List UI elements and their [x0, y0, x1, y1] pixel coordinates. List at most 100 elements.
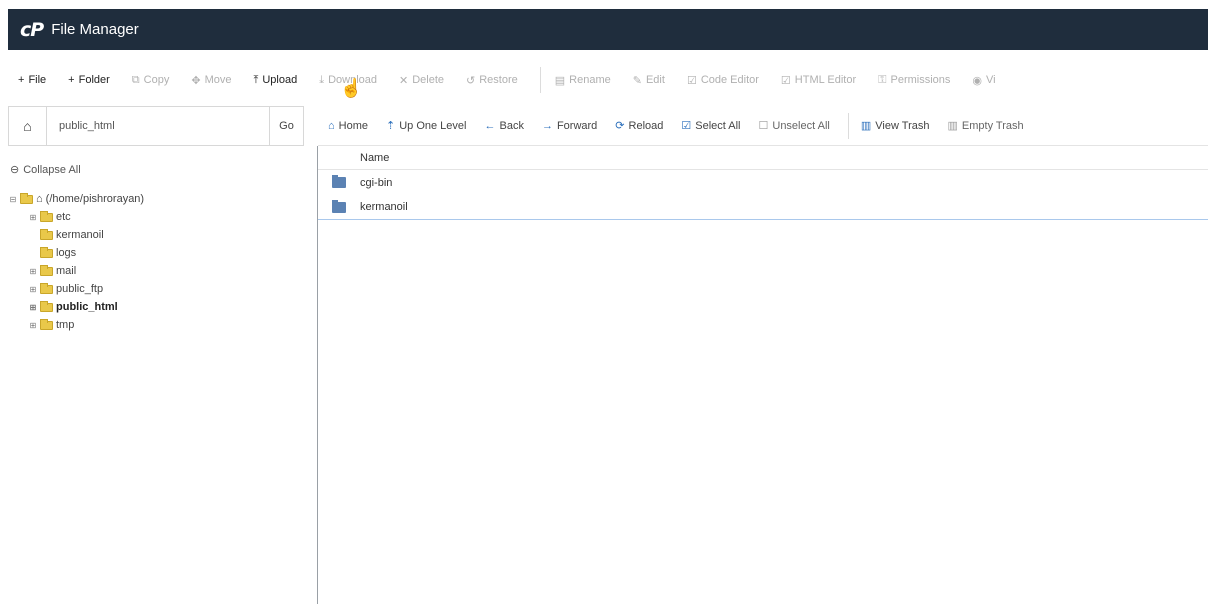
folder-icon	[332, 199, 346, 213]
new-folder-label: Folder	[78, 74, 110, 86]
folder-icon	[40, 228, 53, 240]
top-bar: cP File Manager	[0, 0, 1208, 50]
tree-item-etc[interactable]: ⊞ etc	[28, 208, 308, 226]
column-header-label: Name	[360, 151, 390, 164]
select-all-button[interactable]: ☑ Select All	[681, 119, 740, 133]
html-editor-icon: ☑	[780, 74, 791, 87]
move-label: Move	[204, 74, 232, 86]
key-icon: ⚿	[878, 73, 887, 86]
back-button[interactable]: ← Back	[484, 120, 523, 132]
restore-icon: ↺	[466, 74, 476, 87]
permissions-button[interactable]: ⚿ Permissions	[878, 74, 950, 87]
upload-label: Upload	[262, 74, 298, 86]
go-button[interactable]: Go	[269, 107, 303, 145]
collapse-toggle-icon[interactable]: ⊟	[8, 195, 18, 204]
home-button[interactable]: ⌂ Home	[328, 120, 368, 132]
html-editor-label: HTML Editor	[794, 74, 857, 86]
tree-item-tmp[interactable]: ⊞ tmp	[28, 316, 308, 334]
folder-icon	[40, 246, 53, 258]
copy-button[interactable]: ⧉ Copy	[132, 74, 170, 87]
copy-label: Copy	[143, 74, 170, 86]
arrow-right-icon: →	[541, 119, 553, 132]
path-bar: ⌂ Go	[8, 106, 304, 146]
file-list: Name cgi-bin kermanoil	[318, 146, 1208, 604]
table-row[interactable]: cgi-bin	[318, 170, 1208, 195]
new-folder-button[interactable]: + Folder	[68, 74, 110, 86]
upload-button[interactable]: ⤒ Upload	[253, 74, 297, 87]
code-editor-label: Code Editor	[700, 74, 759, 86]
code-editor-button[interactable]: ☑ Code Editor	[687, 74, 759, 87]
view-trash-button[interactable]: ▥ View Trash	[860, 119, 930, 133]
folder-icon	[40, 300, 53, 312]
tree-children: ⊞ etc kermanoil logs ⊞ mail ⊞ public_ftp…	[8, 208, 308, 334]
navigation-bar: ⌂ Home ⇡ Up One Level ← Back → Forward ⟳ Relo…	[318, 106, 1208, 146]
tree-item-label: etc	[56, 211, 71, 223]
column-header-name[interactable]: Name	[318, 146, 1208, 170]
nav-divider	[847, 112, 849, 139]
expand-toggle-icon[interactable]: ⊞	[28, 213, 38, 222]
tree-item-logs[interactable]: logs	[28, 244, 308, 262]
delete-icon: ✕	[399, 74, 409, 87]
permissions-label: Permissions	[890, 74, 951, 86]
tree-item-mail[interactable]: ⊞ mail	[28, 262, 308, 280]
html-editor-button[interactable]: ☑ HTML Editor	[781, 74, 856, 87]
home-icon: ⌂	[328, 119, 335, 132]
trash-icon: ▥	[947, 120, 958, 132]
path-input[interactable]	[47, 107, 269, 145]
restore-label: Restore	[479, 74, 518, 86]
folder-icon	[40, 264, 53, 276]
empty-trash-button[interactable]: ▥ Empty Trash	[947, 119, 1023, 133]
pencil-icon: ✎	[632, 74, 642, 87]
edit-label: Edit	[645, 74, 665, 86]
reload-label: Reload	[628, 119, 664, 132]
view-button[interactable]: ◉ Vi	[972, 74, 995, 87]
restore-button[interactable]: ↺ Restore	[466, 74, 518, 87]
tree-root-label: (/home/pishrorayan)	[45, 193, 145, 205]
table-row[interactable]: kermanoil	[318, 195, 1208, 220]
new-file-button[interactable]: + File	[18, 74, 46, 86]
collapse-all-button[interactable]: ⊖ Collapse All	[10, 163, 308, 177]
arrow-left-icon: ←	[484, 119, 496, 132]
expand-toggle-icon[interactable]: ⊞	[28, 303, 38, 312]
rename-label: Rename	[569, 74, 611, 86]
new-file-label: File	[28, 74, 47, 86]
expand-toggle-icon[interactable]: ⊞	[28, 267, 38, 276]
folder-icon	[40, 210, 53, 222]
checkbox-empty-icon: ☐	[758, 120, 769, 132]
unselect-all-button[interactable]: ☐ Unselect All	[758, 119, 830, 133]
copy-icon: ⧉	[131, 73, 140, 86]
title-bar: cP File Manager	[8, 9, 1208, 50]
toolbar-divider	[539, 67, 541, 93]
home-icon[interactable]: ⌂	[9, 107, 47, 145]
collapse-all-label: Collapse All	[23, 163, 81, 176]
code-editor-icon: ☑	[686, 74, 697, 87]
tree-item-public-html[interactable]: ⊞ public_html	[28, 298, 308, 316]
tree-item-label: logs	[56, 247, 77, 259]
tree-item-label: mail	[56, 265, 77, 277]
cpanel-logo[interactable]: cP	[20, 19, 44, 41]
tree-item-label: tmp	[56, 319, 75, 331]
reload-button[interactable]: ⟳ Reload	[615, 119, 664, 133]
folder-tree: ⊟ ⌂ (/home/pishrorayan) ⊞ etc kermanoil …	[8, 190, 308, 334]
file-name: kermanoil	[360, 201, 408, 213]
expand-toggle-icon[interactable]: ⊞	[28, 285, 38, 294]
tree-item-label: kermanoil	[56, 229, 104, 241]
plus-icon: +	[68, 74, 75, 86]
rename-icon: ▤	[554, 74, 566, 87]
edit-button[interactable]: ✎ Edit	[633, 74, 665, 87]
tree-root[interactable]: ⊟ ⌂ (/home/pishrorayan)	[8, 190, 308, 208]
trash-icon: ▥	[860, 120, 872, 132]
delete-button[interactable]: ✕ Delete	[399, 74, 444, 87]
expand-toggle-icon[interactable]: ⊞	[28, 321, 38, 330]
tree-item-kermanoil[interactable]: kermanoil	[28, 226, 308, 244]
rename-button[interactable]: ▤ Rename	[555, 74, 611, 87]
forward-button[interactable]: → Forward	[542, 120, 597, 132]
tree-item-public-ftp[interactable]: ⊞ public_ftp	[28, 280, 308, 298]
folder-tree-panel: ⊖ Collapse All ⊟ ⌂ (/home/pishrorayan) ⊞…	[8, 152, 308, 604]
move-button[interactable]: ✥ Move	[191, 74, 231, 87]
up-one-level-button[interactable]: ⇡ Up One Level	[386, 119, 466, 133]
home-label: Home	[338, 119, 368, 132]
forward-label: Forward	[556, 119, 598, 132]
pointer-cursor-icon: ☝	[340, 78, 363, 98]
app-title: File Manager	[51, 21, 139, 38]
